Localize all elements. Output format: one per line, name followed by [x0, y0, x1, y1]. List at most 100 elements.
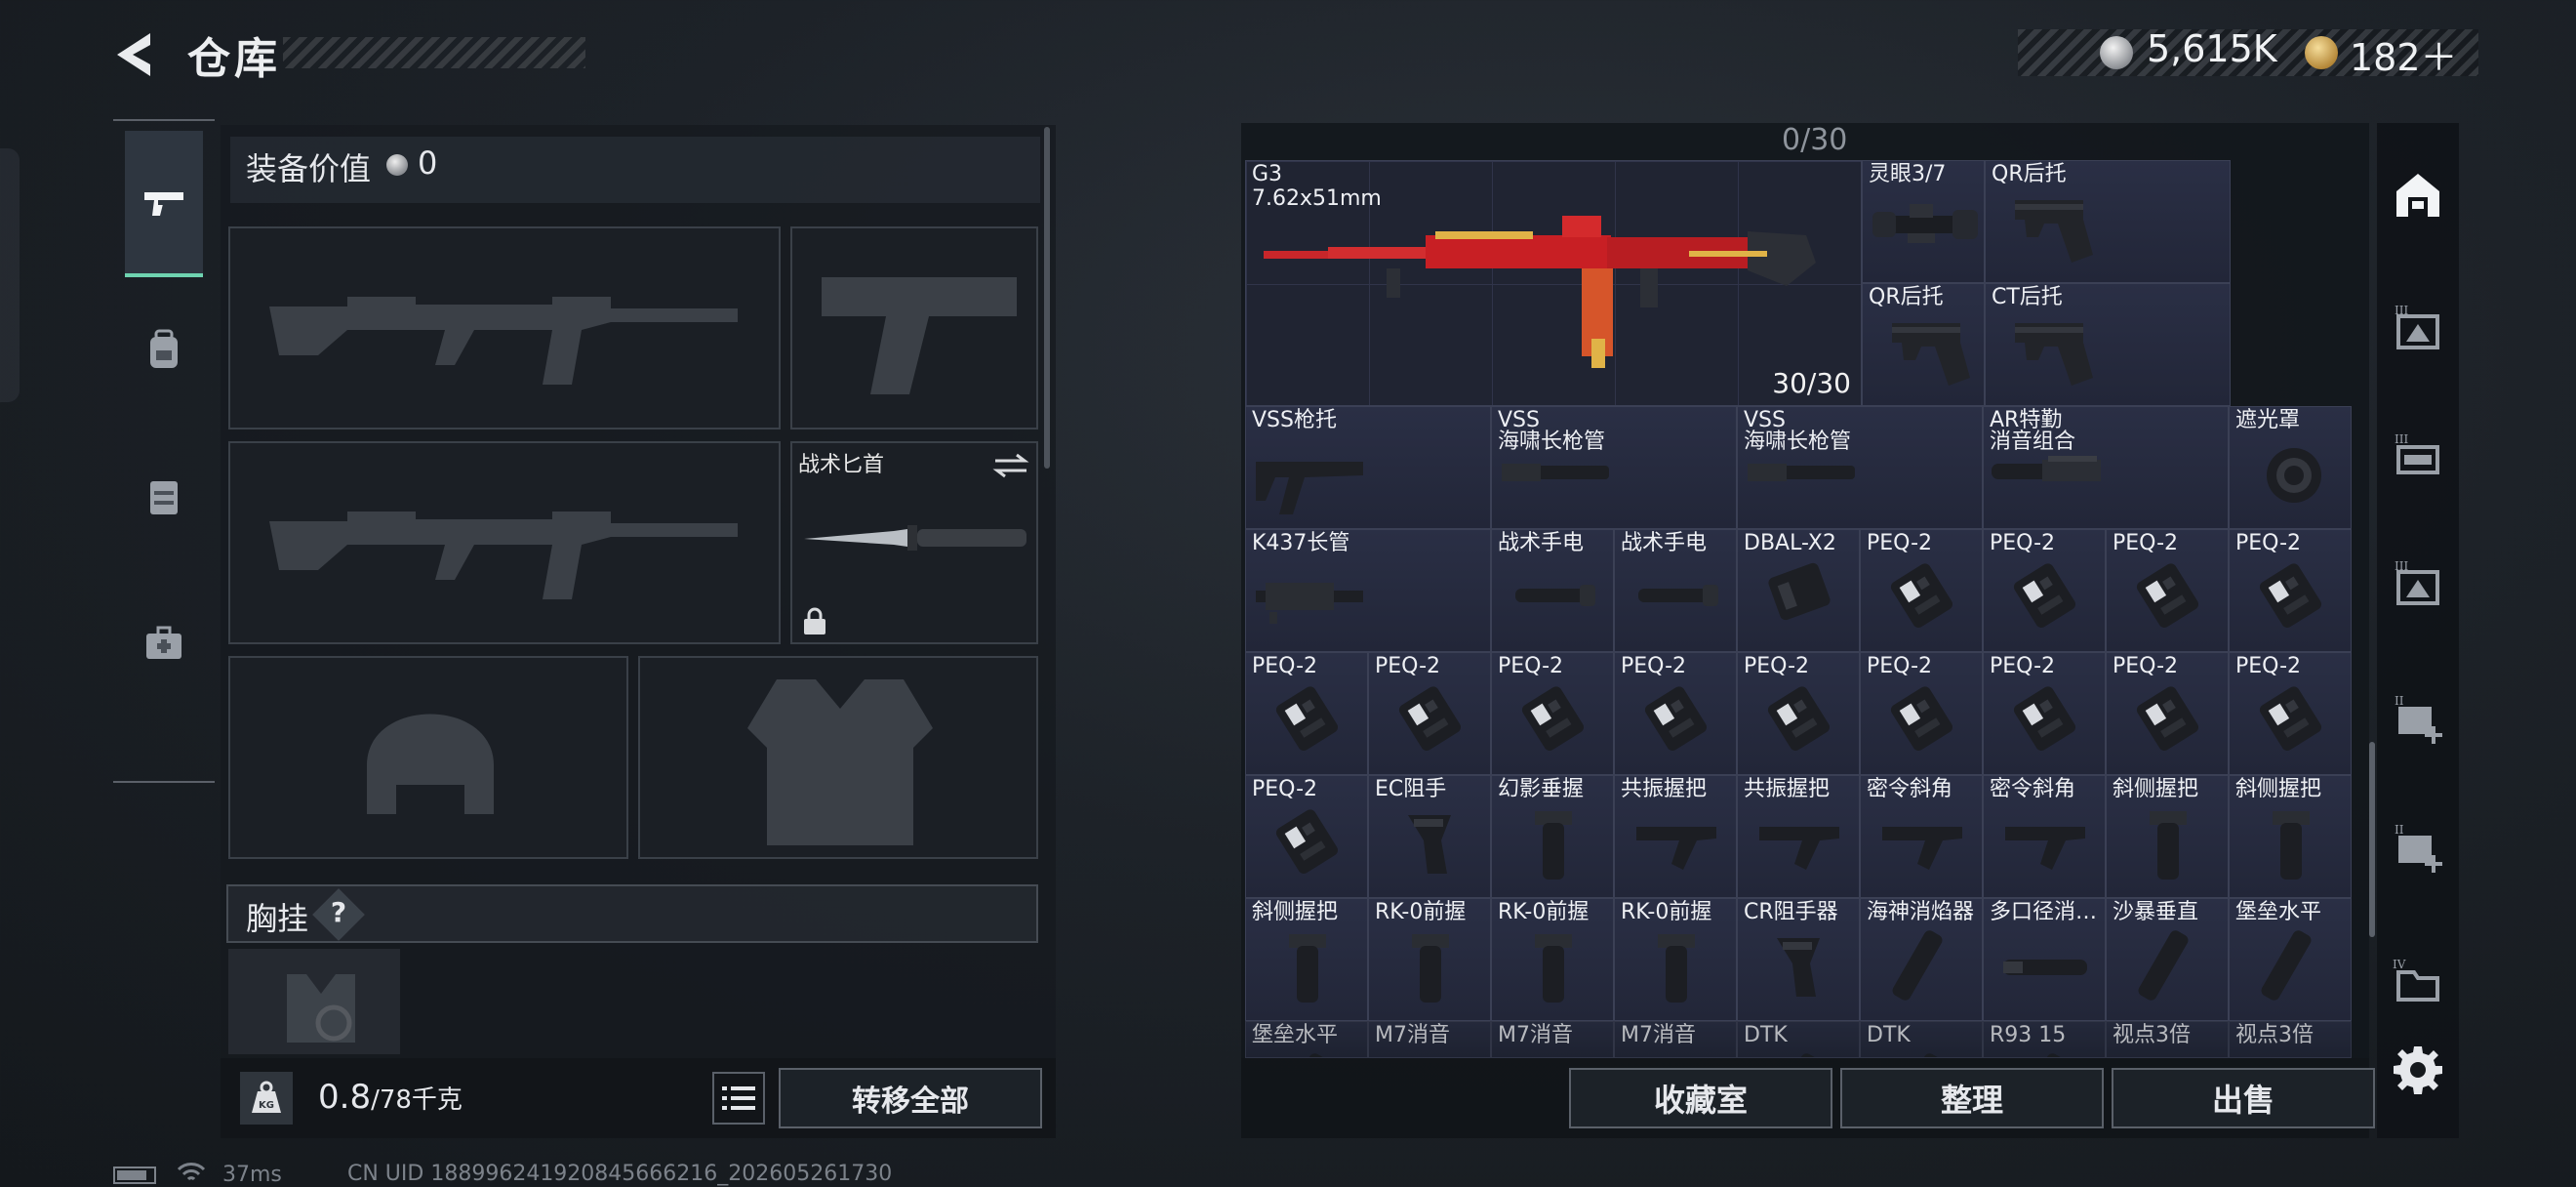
swap-icon[interactable]: [991, 451, 1030, 480]
stash-item-peq[interactable]: PEQ-2: [1368, 652, 1491, 775]
back-arrow-icon[interactable]: [107, 27, 162, 82]
item-label: 遮光罩: [2235, 408, 2301, 432]
stash-home-icon: [2396, 174, 2439, 217]
stash-item-vertical-grip[interactable]: 斜侧握把: [2229, 775, 2352, 898]
stash-item-muzzle[interactable]: DTK: [1860, 1021, 1983, 1058]
sidearm-slot[interactable]: [790, 226, 1038, 430]
stash-item-scope[interactable]: 灵眼3/7: [1862, 160, 1985, 283]
stash-item-muzzle[interactable]: R93 15: [1983, 1021, 2106, 1058]
list-view-button[interactable]: [712, 1072, 765, 1125]
chest-rig-slot[interactable]: [228, 949, 400, 1054]
rail-container-3b[interactable]: III: [2387, 426, 2449, 488]
stash-scrollbar[interactable]: [2369, 742, 2375, 937]
stash-item-stock[interactable]: CT后托: [1985, 283, 2231, 406]
stash-item-peq[interactable]: PEQ-2: [1860, 652, 1983, 775]
stash-item-suppressor-rail[interactable]: AR特勤 消音组合: [1983, 406, 2229, 529]
rail-container-add-2b[interactable]: II: [2387, 816, 2449, 879]
stash-item-vss-stock[interactable]: VSS枪托: [1245, 406, 1491, 529]
stash-item-long-barrel[interactable]: K437长管: [1245, 529, 1491, 652]
stash-item-angled-grip[interactable]: 共振握把: [1737, 775, 1860, 898]
rail-stash-home[interactable]: [2387, 164, 2449, 226]
item-label: M7消音: [1375, 1023, 1450, 1047]
stash-item-flashlight[interactable]: 战术手电: [1491, 529, 1614, 652]
collection-room-button[interactable]: 收藏室: [1569, 1068, 1832, 1128]
transfer-all-button[interactable]: 转移全部: [779, 1068, 1042, 1128]
loadout-scrollbar[interactable]: [1044, 127, 1050, 469]
stash-item-peq[interactable]: PEQ-2: [1245, 775, 1368, 898]
stash-item-peq[interactable]: PEQ-2: [1983, 529, 2106, 652]
svg-text:KG: KG: [259, 1100, 274, 1111]
stash-item-lens-hood[interactable]: 遮光罩: [2229, 406, 2352, 529]
stash-item-angled-grip[interactable]: 密令斜角: [1983, 775, 2106, 898]
nav-item-backpack[interactable]: [125, 277, 203, 424]
stash-item-hand-stop[interactable]: EC阻手: [1368, 775, 1491, 898]
item-label: 斜侧握把: [1252, 900, 1339, 924]
stash-item-vertical-grip[interactable]: 斜侧握把: [1245, 898, 1368, 1021]
stash-item-suppressor[interactable]: 多口径消…: [1983, 898, 2106, 1021]
rail-container-add-2a[interactable]: II: [2387, 687, 2449, 750]
stash-item-angled-grip[interactable]: 共振握把: [1614, 775, 1737, 898]
stash-item-muzzle[interactable]: 堡垒水平: [1245, 1021, 1368, 1058]
stash-item-peq[interactable]: PEQ-2: [2106, 652, 2229, 775]
stash-item-barrel[interactable]: VSS 海啸长枪管: [1737, 406, 1983, 529]
stash-item-peq[interactable]: PEQ-2: [1245, 652, 1368, 775]
item-label: PEQ-2: [1252, 777, 1318, 801]
stash-item-barrel[interactable]: VSS 海啸长枪管: [1491, 406, 1737, 529]
sell-button[interactable]: 出售: [2112, 1068, 2375, 1128]
stash-item-hand-stop[interactable]: CR阻手器: [1737, 898, 1860, 1021]
item-label: 幻影垂握: [1498, 777, 1585, 801]
weight-value: 0.8: [318, 1078, 372, 1117]
stash-item-vertical-grip[interactable]: 斜侧握把: [2106, 775, 2229, 898]
knife-slot[interactable]: 战术匕首: [790, 441, 1038, 644]
gold-amount[interactable]: 182＋: [2350, 27, 2458, 81]
stash-item-g3[interactable]: G3 7.62x51mm 30/30: [1245, 160, 1862, 406]
gear-icon[interactable]: [2393, 1044, 2443, 1095]
stash-item-muzzle[interactable]: 沙暴垂直: [2106, 898, 2229, 1021]
armor-slot[interactable]: [638, 656, 1038, 859]
item-label: M7消音: [1621, 1023, 1696, 1047]
nav-item-medkit[interactable]: [125, 570, 203, 716]
stash-item-peq[interactable]: PEQ-2: [1491, 652, 1614, 775]
wifi-icon: [177, 1162, 206, 1187]
stash-item-scope[interactable]: 视点3倍: [2229, 1021, 2352, 1058]
stash-item-vertical-grip[interactable]: RK-0前握: [1491, 898, 1614, 1021]
sort-button[interactable]: 整理: [1840, 1068, 2104, 1128]
pistol-silhouette-icon: [822, 277, 1017, 394]
equip-value-amount: 0: [418, 144, 438, 182]
item-label: 堡垒水平: [1252, 1023, 1339, 1047]
rail-container-3a[interactable]: III: [2387, 299, 2449, 361]
svg-text:IV: IV: [2393, 958, 2406, 971]
nav-item-weapons[interactable]: [125, 131, 203, 277]
stash-item-vertical-grip[interactable]: RK-0前握: [1614, 898, 1737, 1021]
stash-item-peq[interactable]: PEQ-2: [1983, 652, 2106, 775]
helmet-slot[interactable]: [228, 656, 628, 859]
stash-item-scope[interactable]: 视点3倍: [2106, 1021, 2229, 1058]
stash-item-peq[interactable]: PEQ-2: [2229, 529, 2352, 652]
item-label: PEQ-2: [2235, 531, 2302, 555]
stash-item-muzzle[interactable]: DTK: [1737, 1021, 1860, 1058]
rail-container-3c[interactable]: III: [2387, 554, 2449, 617]
stash-item-angled-grip[interactable]: 密令斜角: [1860, 775, 1983, 898]
stash-item-suppressor[interactable]: M7消音: [1614, 1021, 1737, 1058]
item-label: 视点3倍: [2235, 1023, 2314, 1047]
stash-item-peq[interactable]: PEQ-2: [1737, 652, 1860, 775]
stash-item-suppressor[interactable]: M7消音: [1491, 1021, 1614, 1058]
stash-item-flashlight[interactable]: 战术手电: [1614, 529, 1737, 652]
stash-item-peq[interactable]: PEQ-2: [1614, 652, 1737, 775]
nav-item-rig[interactable]: [125, 424, 203, 570]
item-sublabel: 海啸长枪管: [1498, 430, 1606, 454]
stash-item-peq[interactable]: PEQ-2: [1860, 529, 1983, 652]
stash-item-vertical-grip[interactable]: 幻影垂握: [1491, 775, 1614, 898]
stash-item-stock[interactable]: QR后托: [1985, 160, 2231, 283]
stash-item-muzzle[interactable]: 海神消焰器: [1860, 898, 1983, 1021]
stash-item-suppressor[interactable]: M7消音: [1368, 1021, 1491, 1058]
stash-item-peq[interactable]: PEQ-2: [2106, 529, 2229, 652]
stash-item-peq[interactable]: PEQ-2: [2229, 652, 2352, 775]
stash-item-laser[interactable]: DBAL-X2: [1737, 529, 1860, 652]
primary-weapon-slot-2[interactable]: [228, 441, 781, 644]
stash-item-stock[interactable]: QR后托: [1862, 283, 1985, 406]
stash-item-muzzle[interactable]: 堡垒水平: [2229, 898, 2352, 1021]
stash-item-vertical-grip[interactable]: RK-0前握: [1368, 898, 1491, 1021]
rail-container-4[interactable]: IV: [2387, 951, 2449, 1013]
primary-weapon-slot-1[interactable]: [228, 226, 781, 430]
